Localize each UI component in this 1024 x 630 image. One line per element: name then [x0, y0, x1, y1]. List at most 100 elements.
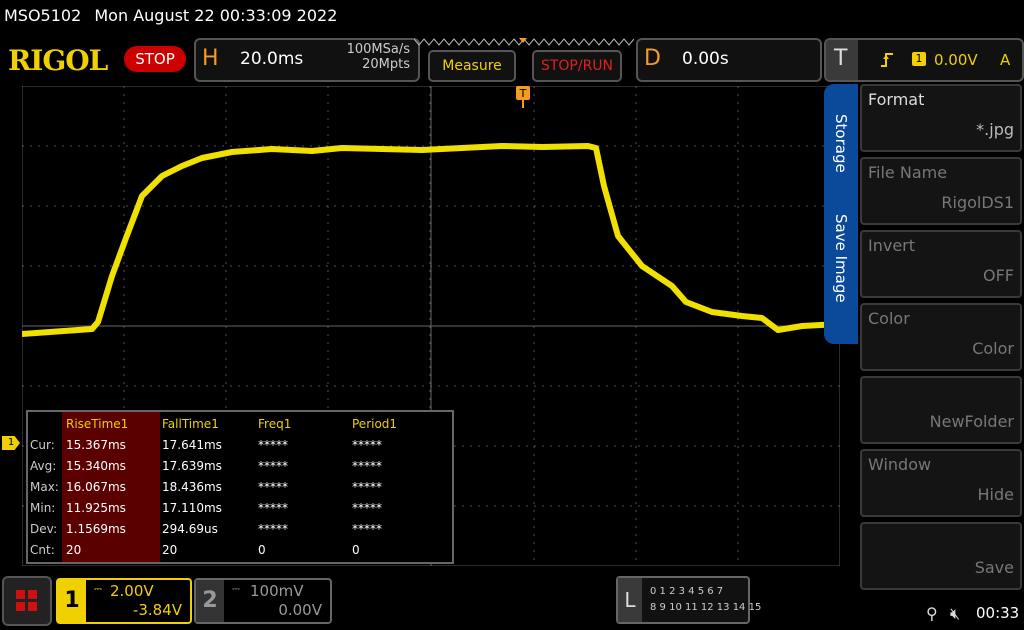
rigol-logo: RIGOL — [8, 44, 108, 77]
cell: ***** — [352, 501, 382, 515]
ch1-offset: -3.84V — [132, 601, 182, 619]
ch1-scale: 2.00V — [110, 582, 154, 600]
speaker-muted-icon[interactable]: 🔇︎ — [950, 604, 960, 624]
app-menu-button[interactable] — [2, 576, 52, 626]
menu-item-value: OFF — [983, 266, 1014, 285]
header-rise: RiseTime1 — [66, 417, 129, 431]
menu-item-value: Save — [974, 558, 1014, 577]
cell: ***** — [352, 438, 382, 452]
trigger-edge-icon — [881, 53, 893, 67]
svg-text:T: T — [519, 87, 527, 100]
menu-item-color[interactable]: Color Color — [860, 303, 1022, 371]
usb-icon: ⚲ — [926, 604, 938, 623]
cell: 294.69us — [162, 522, 218, 536]
ch2-offset: 0.00V — [278, 601, 322, 619]
ch1-offset-marker[interactable]: 1 — [2, 436, 20, 450]
row-label: Max: — [30, 480, 59, 494]
cell: 1.1569ms — [66, 522, 126, 536]
sample-rate-info: 100MSa/s 20Mpts — [347, 42, 410, 72]
menu-item-value: *.jpg — [976, 120, 1014, 139]
cell: 18.436ms — [162, 480, 222, 494]
cell: 15.367ms — [66, 438, 126, 452]
ch1-number: 1 — [58, 580, 86, 622]
trigger-level: 0.00V — [934, 51, 978, 69]
cell: 0 — [352, 543, 360, 557]
menu-item-title: Invert — [868, 236, 916, 255]
ch2-number: 2 — [196, 580, 224, 622]
row-label: Cur: — [30, 438, 55, 452]
menu-item-title: File Name — [868, 163, 948, 182]
cell: ***** — [352, 459, 382, 473]
cell: ***** — [258, 459, 288, 473]
cell: ***** — [258, 480, 288, 494]
trigger-letter: T — [834, 46, 848, 71]
logic-channels-row1: 0 1 2 3 4 5 6 7 — [650, 586, 724, 597]
channel-1-panel[interactable]: 1 ⎓ 2.00V -3.84V — [56, 578, 192, 624]
cell: ***** — [258, 438, 288, 452]
measure-button[interactable]: Measure — [428, 50, 516, 82]
dc-coupling-icon: ⎓ — [94, 584, 102, 595]
delay-value: 0.00s — [682, 49, 729, 69]
cell: 11.925ms — [66, 501, 126, 515]
ch2-scale: 100mV — [250, 582, 304, 600]
cell: ***** — [352, 480, 382, 494]
menu-item-value: Color — [972, 339, 1014, 358]
memory-depth: 20Mpts — [362, 57, 410, 72]
trigger-panel[interactable]: T 1 0.00V A — [824, 38, 1024, 82]
row-label: Cnt: — [30, 543, 55, 557]
model-name: MSO5102 — [4, 6, 82, 25]
menu-item-title: Window — [868, 455, 932, 474]
menu-item-save[interactable]: Save — [860, 522, 1022, 590]
header-period: Period1 — [352, 417, 398, 431]
clock: 00:33 — [976, 604, 1020, 622]
row-label: Avg: — [30, 459, 57, 473]
cell: 17.641ms — [162, 438, 222, 452]
cell: 15.340ms — [66, 459, 126, 473]
cell: 20 — [162, 543, 178, 557]
horizontal-letter: H — [202, 46, 219, 71]
trigger-source-badge: 1 — [912, 52, 926, 66]
delay-panel[interactable]: D 0.00s — [636, 38, 822, 82]
trigger-mode: A — [1000, 51, 1011, 69]
grid-menu-icon — [16, 590, 37, 611]
sample-rate: 100MSa/s — [346, 42, 410, 57]
cell: 17.639ms — [162, 459, 222, 473]
cell: 20 — [66, 543, 82, 557]
menu-item-title: Color — [868, 309, 910, 328]
menu-item-file-name[interactable]: File Name RigolDS1 — [860, 157, 1022, 225]
menu-item-new-folder[interactable]: NewFolder — [860, 376, 1022, 444]
cell: 0 — [258, 543, 266, 557]
dc-coupling-icon: ⎓ — [232, 584, 240, 595]
cell: ***** — [352, 522, 382, 536]
horizontal-panel[interactable]: H 20.0ms 100MSa/s 20Mpts — [194, 38, 420, 82]
cell: ***** — [258, 522, 288, 536]
delay-letter: D — [644, 46, 661, 71]
timebase-value: 20.0ms — [240, 49, 304, 69]
status-line: MSO5102 Mon August 22 00:33:09 2022 — [4, 6, 345, 25]
tab-storage[interactable]: Storage — [832, 114, 850, 173]
date-time: Mon August 22 00:33:09 2022 — [94, 6, 338, 25]
menu-item-value: Hide — [977, 485, 1014, 504]
tab-save-image[interactable]: Save Image — [832, 214, 850, 303]
run-state-badge[interactable]: STOP — [124, 46, 186, 72]
cell: 17.110ms — [162, 501, 222, 515]
menu-item-title: Format — [868, 90, 925, 109]
logic-channels-row2: 8 9 10 11 12 13 14 15 — [650, 602, 762, 613]
menu-item-window[interactable]: Window Hide — [860, 449, 1022, 517]
header-freq: Freq1 — [258, 417, 292, 431]
cell: 16.067ms — [66, 480, 126, 494]
row-label: Min: — [30, 501, 56, 515]
logic-letter: L — [618, 578, 642, 622]
logic-analyzer-panel[interactable]: L 0 1 2 3 4 5 6 7 8 9 10 11 12 13 14 15 — [616, 576, 761, 624]
menu-item-format[interactable]: Format *.jpg — [860, 84, 1022, 152]
cell: ***** — [258, 501, 288, 515]
menu-item-invert[interactable]: Invert OFF — [860, 230, 1022, 298]
measurement-table: RiseTime1 FallTime1 Freq1 Period1 Cur: 1… — [26, 410, 454, 564]
channel-2-panel[interactable]: 2 ⎓ 100mV 0.00V — [194, 578, 332, 624]
menu-item-value: RigolDS1 — [941, 193, 1014, 212]
memory-overview-strip — [414, 38, 634, 46]
stop-run-button[interactable]: STOP/RUN — [532, 50, 622, 82]
menu-item-value: NewFolder — [929, 412, 1014, 431]
row-label: Dev: — [30, 522, 58, 536]
header-fall: FallTime1 — [162, 417, 219, 431]
